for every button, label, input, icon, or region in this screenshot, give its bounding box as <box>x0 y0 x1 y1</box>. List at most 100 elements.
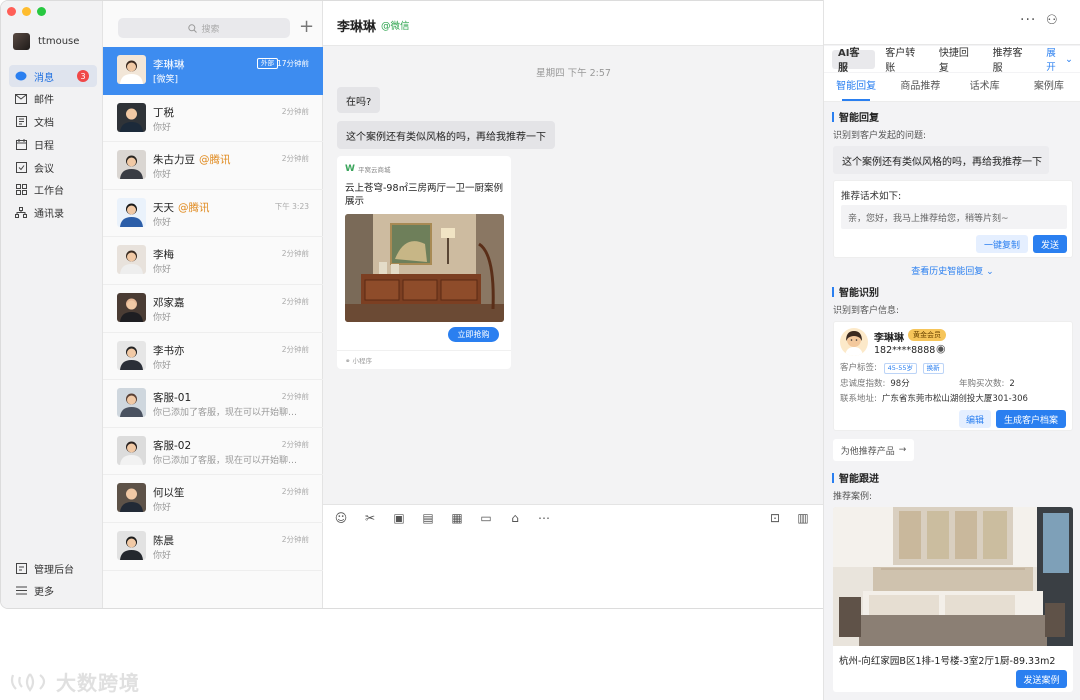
nav-item-meeting[interactable]: 会议 <box>9 156 97 178</box>
ai-tabs: AI客服 客户转账 快捷回复 推荐客服 展开 ⌄ <box>824 46 1080 74</box>
nav-menu: 消息 3 邮件 文档 日程 会议 工作台 通讯录 <box>9 65 97 225</box>
nav-item-contacts[interactable]: 通讯录 <box>9 202 97 224</box>
minimize-window-button[interactable] <box>22 7 31 16</box>
contact-name: 陈晨 <box>153 533 174 548</box>
conversation-item[interactable]: 邓家嘉 2分钟前 你好 <box>103 285 323 333</box>
tab-ai-service[interactable]: AI客服 <box>832 48 876 74</box>
generate-profile-button[interactable]: 生成客户档案 <box>996 410 1066 428</box>
calendar-icon[interactable]: ▦ <box>448 511 466 525</box>
user-profile-icon[interactable]: ⚇ <box>1046 13 1058 28</box>
maximize-window-button[interactable] <box>37 7 46 16</box>
nav-item-mail[interactable]: 邮件 <box>9 88 97 110</box>
message-time: 2分钟前 <box>281 392 309 402</box>
file-icon[interactable]: ▤ <box>419 511 437 525</box>
calendar-icon <box>15 138 27 150</box>
conversation-item[interactable]: 丁税 2分钟前 你好 <box>103 95 323 143</box>
nav-item-label: 更多 <box>34 587 54 599</box>
conversation-item[interactable]: 陈晨 2分钟前你好 <box>103 523 323 571</box>
search-input[interactable]: 搜索 <box>118 18 290 38</box>
conversation-item[interactable]: 何以笙 2分钟前 你好 <box>103 475 323 523</box>
brand-logo-icon: W <box>345 164 355 174</box>
smart-follow-title: 智能跟进 <box>832 470 879 485</box>
user-profile[interactable]: ttmouse <box>13 33 79 50</box>
toolbar-right: ⊡ ▥ <box>766 511 812 525</box>
expand-button[interactable]: 展开 ⌄ <box>1040 48 1079 73</box>
mail-icon <box>15 93 27 105</box>
nav-item-admin[interactable]: 管理后台 <box>9 557 97 579</box>
tab-quick-reply[interactable]: 快捷回复 <box>933 48 985 74</box>
history-icon[interactable]: ⊡ <box>766 511 784 525</box>
message-preview: 你好 <box>153 550 172 561</box>
tab-customer-transfer[interactable]: 客户转账 <box>879 48 931 74</box>
contact-name-text: 丁税 <box>153 106 174 119</box>
nav-item-calendar[interactable]: 日程 <box>9 133 97 155</box>
image-icon[interactable]: ▣ <box>390 511 408 525</box>
conversation-item[interactable]: 李梅 2分钟前 你好 <box>103 237 323 285</box>
buy-now-button[interactable]: 立即抢购 <box>448 327 499 342</box>
tab-smart-reply[interactable]: 智能回复 <box>824 73 888 101</box>
yearly-label: 年购买次数: <box>959 379 1005 389</box>
sidebar-toggle-icon[interactable]: ▥ <box>794 511 812 525</box>
card-brand-name: 平窝云商城 <box>357 166 391 174</box>
contact-name: 李书亦 <box>153 343 185 358</box>
ai-assistant-panel: ··· ⚇ AI客服 客户转账 快捷回复 推荐客服 展开 ⌄ 智能回复 商品推荐 … <box>823 0 1080 700</box>
folder-icon[interactable]: ⌂ <box>506 511 524 525</box>
nav-item-label: 邮件 <box>34 95 54 107</box>
message-time: 2分钟前 <box>281 439 309 449</box>
view-history-link[interactable]: 查看历史智能回复 ⌄ <box>824 264 1080 277</box>
contact-name-text: 李梅 <box>153 249 174 262</box>
message-time: 2分钟前 <box>281 249 309 259</box>
message-date: 星期四 下午 2:57 <box>536 68 611 79</box>
conversation-item[interactable]: 李琳琳 外部 17分钟前 [微笑] <box>103 47 323 95</box>
message-time: 2分钟前 <box>281 534 309 544</box>
arrow-right-icon: → <box>898 445 907 455</box>
more-options-icon[interactable]: ··· <box>1020 12 1036 28</box>
recommend-product-button[interactable]: 为他推荐产品 → <box>833 439 914 461</box>
chat-icon <box>15 70 27 82</box>
tab-case-library[interactable]: 案例库 <box>1017 73 1080 101</box>
send-reply-button[interactable]: 发送 <box>1033 235 1067 253</box>
nav-item-label: 日程 <box>34 140 54 152</box>
message-time: 2分钟前 <box>281 487 309 497</box>
conversation-item[interactable]: 李书亦 2分钟前 你好 <box>103 333 323 381</box>
tab-script-library[interactable]: 话术库 <box>953 73 1017 101</box>
copy-button[interactable]: 一键复制 <box>976 235 1028 253</box>
nav-item-more[interactable]: 更多 <box>9 580 97 602</box>
nav-item-workbench[interactable]: 工作台 <box>9 179 97 201</box>
suggested-reply-text[interactable]: 亲，您好，我马上推荐给您，稍等片刻~ <box>841 205 1067 229</box>
contact-name: 客服-01 <box>153 390 191 405</box>
screenshot-icon[interactable]: ▭ <box>477 511 495 525</box>
nav-item-docs[interactable]: 文档 <box>9 111 97 133</box>
contact-avatar <box>117 530 146 560</box>
message-input[interactable] <box>323 531 824 608</box>
more-icon[interactable]: ⋯ <box>535 511 553 525</box>
edit-button[interactable]: 编辑 <box>959 410 991 428</box>
left-nav: ttmouse 消息 3 邮件 文档 日程 会议 工作台 通讯录 管理后台 更多 <box>1 1 103 608</box>
nav-item-messages[interactable]: 消息 3 <box>9 65 97 87</box>
message-area[interactable]: 星期四 下午 2:57 在吗? 这个案例还有类似风格的吗，再给我推荐一下 W 平… <box>323 46 824 504</box>
conversation-item[interactable]: 朱古力豆 @腾讯 2分钟前 你好 <box>103 142 323 190</box>
window-controls <box>7 7 46 16</box>
customer-question: 这个案例还有类似风格的吗，再给我推荐一下 <box>833 146 1049 174</box>
grid-icon <box>15 184 27 196</box>
contact-avatar <box>117 102 146 132</box>
close-window-button[interactable] <box>7 7 16 16</box>
add-icon[interactable]: + <box>299 17 314 37</box>
mini-program-card[interactable]: W 平窝云商城 云上苍穹-98㎡三房两厅一卫一厨案例展示 立即抢购 ⚭ 小程序 <box>337 156 511 369</box>
smart-reply-title-text: 智能回复 <box>839 113 879 124</box>
chat-header: 李琳琳 @微信 <box>323 1 824 46</box>
emoji-icon[interactable]: ☺ <box>332 511 350 525</box>
contact-name-text: 朱古力豆 <box>153 154 195 167</box>
eye-icon[interactable]: ◉ <box>936 342 946 355</box>
message-time: 下午 3:23 <box>274 201 309 211</box>
message-time: 2分钟前 <box>281 106 309 116</box>
case-card[interactable]: 杭州-向红家园B区1排-1号楼-3室2厅1厨-89.33m2 发送案例 <box>833 507 1073 692</box>
tab-product-recommend[interactable]: 商品推荐 <box>888 73 952 101</box>
scissors-icon[interactable]: ✂ <box>361 511 379 525</box>
send-case-button[interactable]: 发送案例 <box>1016 670 1067 688</box>
tab-recommend-service[interactable]: 推荐客服 <box>987 48 1039 74</box>
conversation-item[interactable]: 客服-01 2分钟前 你已添加了客服，现在可以开始聊天了。 <box>103 380 323 428</box>
chat-toolbar: ☺ ✂ ▣ ▤ ▦ ▭ ⌂ ⋯ ⊡ ▥ <box>323 504 824 531</box>
conversation-item[interactable]: 天天 @腾讯 下午 3:23 你好 <box>103 190 323 238</box>
conversation-item[interactable]: 客服-02 2分钟前 你已添加了客服，现在可以开始聊天了。 <box>103 428 323 476</box>
